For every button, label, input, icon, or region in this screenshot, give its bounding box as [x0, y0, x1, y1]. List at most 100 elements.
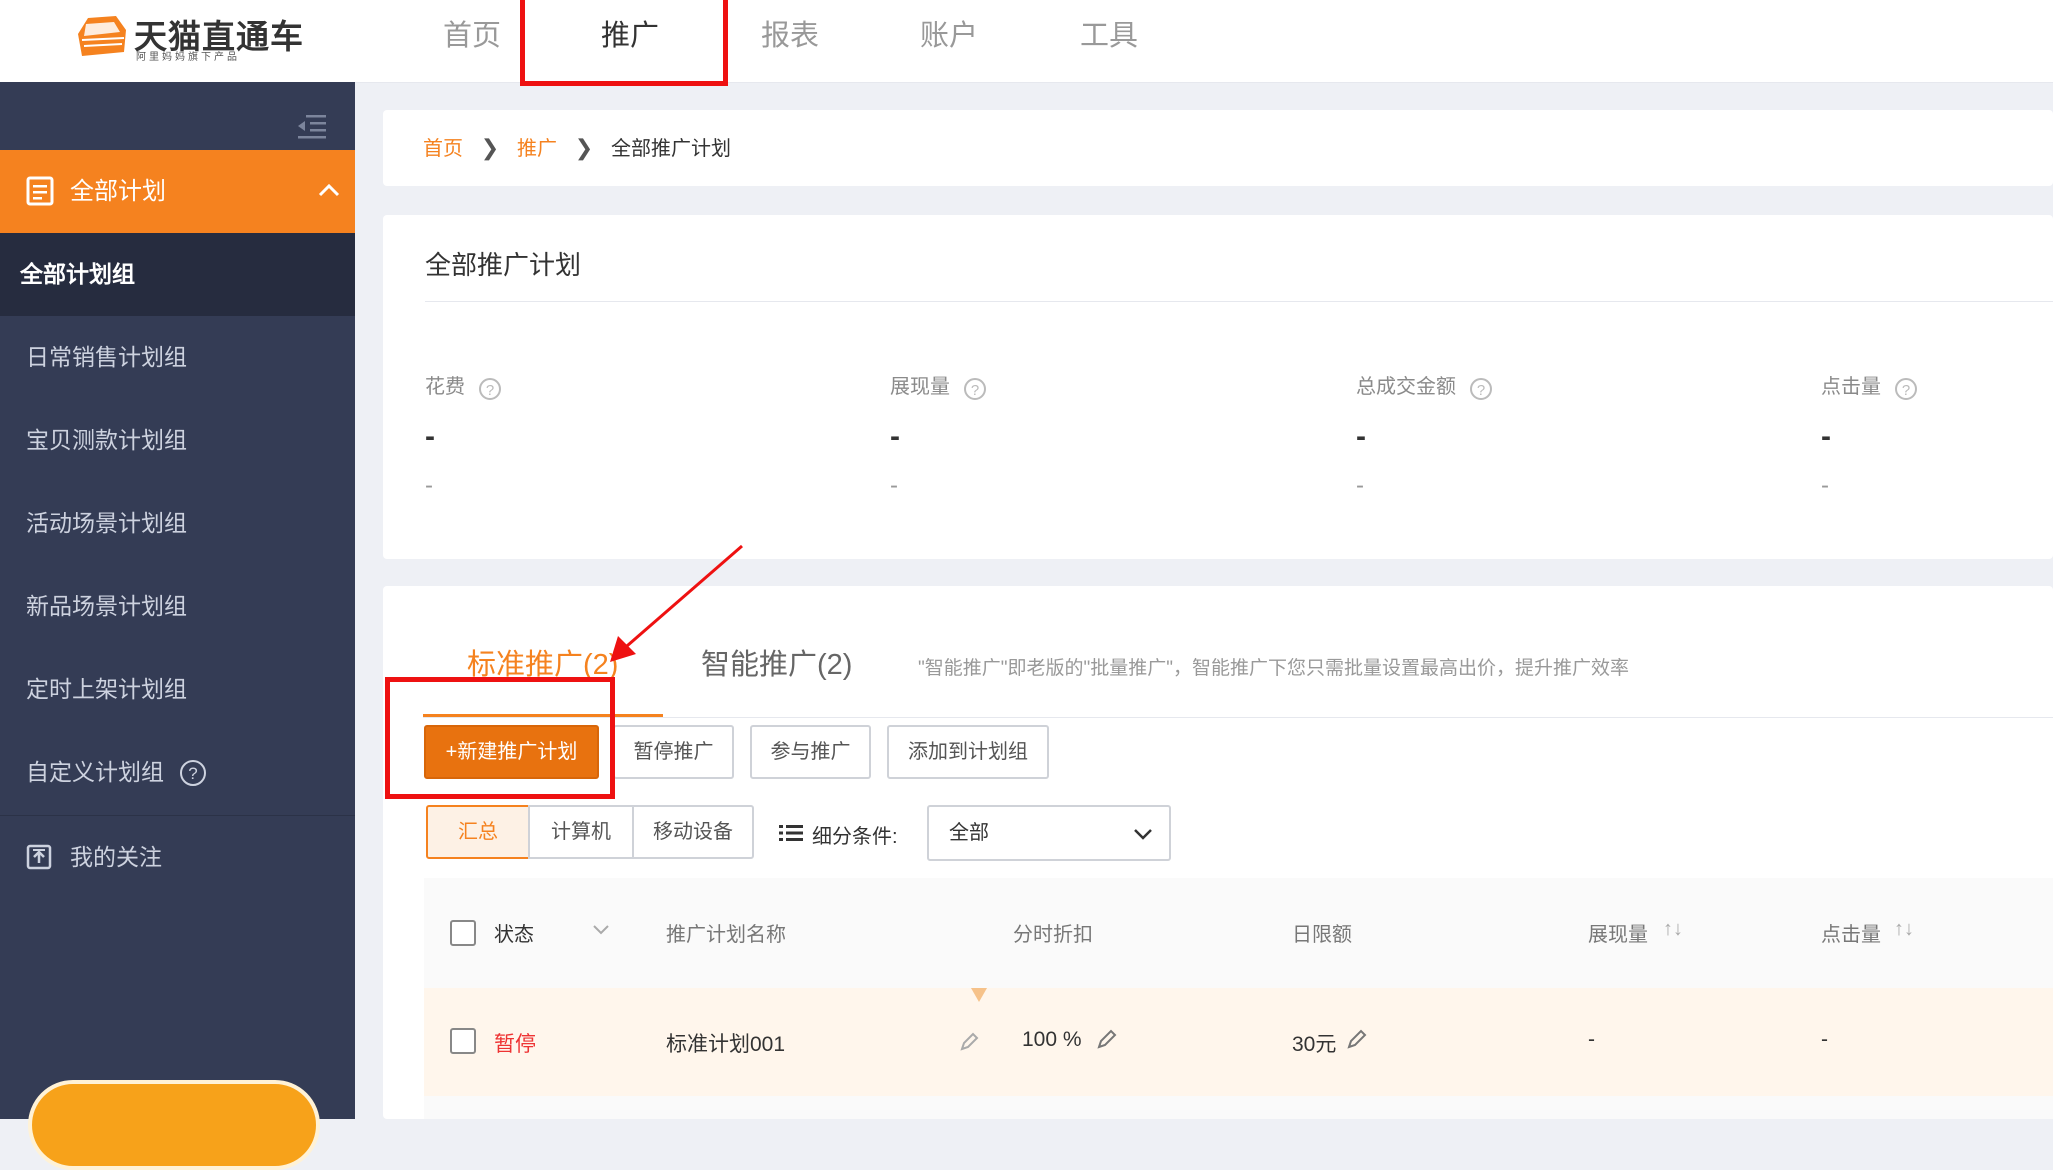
tab-hint-text: "智能推广"即老版的"批量推广"，智能推广下您只需批量设置最高出价，提升推广效率 — [918, 658, 1629, 679]
sidebar-item-label: 全部计划组 — [20, 261, 135, 287]
highlight-box-new-plan — [385, 677, 615, 799]
metric-label: 展现量 — [890, 376, 950, 398]
corner-marker-icon — [971, 988, 987, 1002]
sidebar-section-all-plans[interactable]: 全部计划 — [0, 150, 355, 233]
add-to-group-button[interactable]: 添加到计划组 — [887, 725, 1049, 779]
divider — [423, 717, 2053, 718]
chevron-right-icon: ❯ — [562, 135, 606, 160]
logo-subtitle: 阿里妈妈旗下产品 — [136, 52, 240, 63]
sidebar-item-scheduled-listing[interactable]: 定时上架计划组 — [0, 648, 355, 731]
list-doc-icon — [26, 176, 54, 206]
sidebar: 全部计划 全部计划组 日常销售计划组 宝贝测款计划组 活动场景计划组 新品场景计… — [0, 82, 355, 1170]
sidebar-item-label: 自定义计划组 — [26, 759, 164, 785]
sidebar-item-activity-scene[interactable]: 活动场景计划组 — [0, 482, 355, 565]
impressions-value: - — [1588, 1028, 1595, 1051]
metric-value: - — [1356, 420, 1366, 453]
chevron-right-icon: ❯ — [468, 135, 512, 160]
nav-reports[interactable]: 报表 — [761, 14, 819, 58]
table-row: 暂停 标准计划001 100 % 30元 - - — [424, 988, 2053, 1096]
chevron-down-icon[interactable] — [592, 924, 610, 936]
help-icon[interactable]: ? — [180, 760, 206, 786]
status-badge: 暂停 — [494, 1033, 536, 1056]
tab-summary[interactable]: 汇总 — [426, 805, 530, 859]
sidebar-item-label: 日常销售计划组 — [26, 344, 187, 370]
sidebar-item-label: 定时上架计划组 — [26, 676, 187, 702]
sidebar-item-my-follow[interactable]: 我的关注 — [0, 816, 355, 899]
clicks-value: - — [1821, 1028, 1828, 1051]
sidebar-item-label: 我的关注 — [70, 844, 162, 870]
breadcrumb-current: 全部推广计划 — [611, 138, 732, 160]
overview-card: 全部推广计划 花费? - - 展现量? - - 总成交金额? - - 点击量? … — [383, 215, 2053, 559]
sidebar-item-label: 新品场景计划组 — [26, 593, 187, 619]
join-promotion-button[interactable]: 参与推广 — [750, 725, 871, 779]
help-icon[interactable]: ? — [479, 377, 501, 400]
annotation-arrow-icon — [610, 544, 743, 662]
th-impressions: 展现量 — [1588, 924, 1648, 946]
sort-icon[interactable]: ↑↓ — [1894, 918, 1914, 941]
breadcrumb-home[interactable]: 首页 — [423, 138, 463, 160]
car-logo-icon — [78, 16, 126, 56]
chevron-up-icon[interactable] — [318, 182, 340, 198]
help-icon[interactable]: ? — [1895, 377, 1917, 400]
metric-impressions: 展现量? - - — [890, 370, 1290, 499]
sidebar-section-label: 全部计划 — [70, 178, 166, 205]
table-header: 状态 推广计划名称 分时折扣 日限额 展现量 ↑↓ 点击量 ↑↓ — [424, 878, 2053, 988]
app-logo[interactable]: 天猫直通车 阿里妈妈旗下产品 — [72, 8, 303, 64]
upload-box-icon — [26, 844, 52, 870]
nav-account[interactable]: 账户 — [920, 14, 978, 58]
metric-cost: 花费? - - — [425, 370, 825, 499]
filter-select[interactable]: 全部 — [927, 805, 1171, 861]
chevron-down-icon — [1134, 829, 1152, 840]
metric-sub-value: - — [425, 472, 433, 499]
page-title: 全部推广计划 — [425, 250, 582, 280]
daily-limit-value: 30元 — [1292, 1033, 1337, 1056]
plan-name-link[interactable]: 标准计划001 — [666, 1028, 785, 1058]
filter-select-value: 全部 — [949, 822, 989, 844]
edit-pencil-icon[interactable] — [1346, 1028, 1368, 1050]
metric-label: 总成交金额 — [1356, 376, 1456, 398]
nav-home[interactable]: 首页 — [443, 14, 501, 58]
th-clicks: 点击量 — [1821, 924, 1881, 946]
pause-promotion-button[interactable]: 暂停推广 — [613, 725, 734, 779]
th-time-discount: 分时折扣 — [1013, 924, 1093, 946]
select-all-checkbox[interactable] — [450, 920, 476, 946]
table-footer-strip — [424, 1096, 2053, 1119]
filter-label: 细分条件: — [812, 826, 898, 848]
edit-pencil-icon[interactable] — [959, 1032, 979, 1052]
top-navigation-bar: 天猫直通车 阿里妈妈旗下产品 首页 推广 报表 账户 工具 — [0, 0, 2053, 83]
th-plan-name: 推广计划名称 — [666, 924, 786, 946]
sidebar-item-label: 活动场景计划组 — [26, 510, 187, 536]
metric-sub-value: - — [890, 472, 898, 499]
metric-sub-value: - — [1821, 472, 1829, 499]
breadcrumb-promotion[interactable]: 推广 — [517, 138, 557, 160]
sidebar-item-all-groups[interactable]: 全部计划组 — [0, 233, 355, 316]
metric-label: 花费 — [425, 376, 465, 398]
sidebar-item-label: 宝贝测款计划组 — [26, 427, 187, 453]
sidebar-item-custom-group[interactable]: 自定义计划组 ? — [0, 731, 355, 814]
metric-sub-value: - — [1356, 472, 1364, 499]
edit-pencil-icon[interactable] — [1096, 1028, 1118, 1050]
help-icon[interactable]: ? — [964, 377, 986, 400]
th-daily-limit: 日限额 — [1292, 924, 1352, 946]
sidebar-item-new-product-scene[interactable]: 新品场景计划组 — [0, 565, 355, 648]
metric-value: - — [890, 420, 900, 453]
sidebar-item-daily-sales[interactable]: 日常销售计划组 — [0, 316, 355, 399]
tab-mobile[interactable]: 移动设备 — [632, 805, 754, 859]
help-icon[interactable]: ? — [1470, 377, 1492, 400]
highlight-box-nav — [520, 0, 728, 86]
tab-computer[interactable]: 计算机 — [528, 805, 634, 859]
sidebar-item-product-test[interactable]: 宝贝测款计划组 — [0, 399, 355, 482]
collapse-menu-icon[interactable] — [296, 112, 328, 140]
list-filter-icon — [779, 825, 803, 841]
breadcrumb: 首页 ❯ 推广 ❯ 全部推广计划 — [383, 110, 2053, 186]
sort-icon[interactable]: ↑↓ — [1663, 918, 1683, 941]
row-checkbox[interactable] — [450, 1028, 476, 1054]
metric-value: - — [1821, 420, 1831, 453]
time-discount-value: 100 % — [1022, 1028, 1082, 1051]
metric-label: 点击量 — [1821, 376, 1881, 398]
nav-tools[interactable]: 工具 — [1080, 14, 1138, 58]
metric-clicks: 点击量? - - — [1821, 370, 2053, 499]
metric-value: - — [425, 420, 435, 453]
promo-badge[interactable] — [28, 1080, 320, 1170]
th-status: 状态 — [494, 924, 534, 946]
